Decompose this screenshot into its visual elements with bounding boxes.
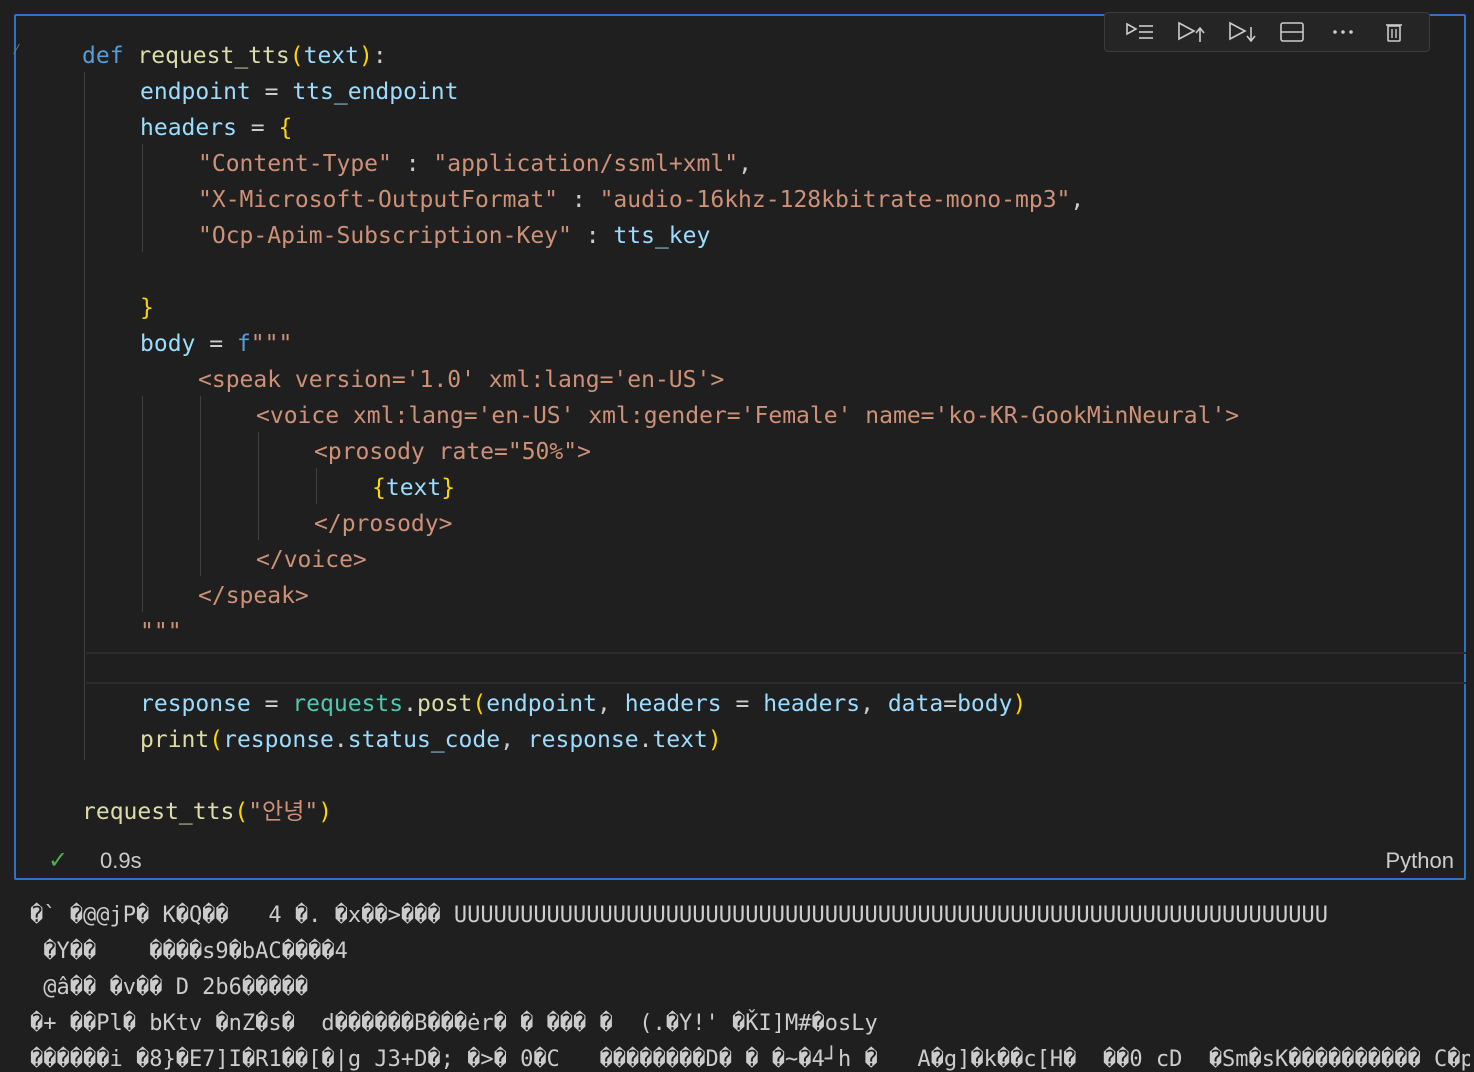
execution-time: 0.9s [100, 848, 142, 873]
cell-output: �` �@@jP� K�Q�� 4 �. �x��>��� UUUUUUUUUU… [30, 898, 1470, 1072]
variable: tts_key [613, 223, 711, 249]
code-line: <prosody rate="50%"> [314, 439, 591, 465]
comma: , [860, 691, 888, 717]
output-line: @â�� �v�� D 2b6����� [30, 975, 309, 1000]
paren: ) [1012, 691, 1027, 717]
brace: } [441, 475, 456, 501]
code-line: <speak version='1.0' xml:lang='en-US'> [198, 367, 725, 393]
code-line: print(response.status_code, response.tex… [140, 722, 722, 758]
string: "audio-16khz-128kbitrate-mono-mp3" [599, 187, 1071, 213]
string: """ [250, 331, 293, 357]
variable: endpoint [140, 79, 251, 105]
code-line: """ [140, 619, 182, 645]
comma: , [597, 691, 625, 717]
paren: ) [318, 799, 333, 825]
function-name: post [416, 691, 473, 717]
function-name: request_tts [137, 43, 290, 69]
keyword: def [82, 43, 124, 69]
code-line: def request_tts(text): [82, 38, 387, 74]
fstring-prefix: f [236, 331, 251, 357]
indent-guide [84, 72, 85, 760]
operator: = [943, 691, 958, 717]
code-line: body = f""" [140, 326, 292, 362]
paren: ( [209, 727, 224, 753]
dot: . [638, 727, 653, 753]
operator: : [391, 151, 434, 177]
variable: headers [140, 115, 237, 141]
code-line: "X-Microsoft-OutputFormat" : "audio-16kh… [198, 182, 1084, 218]
cell-status-bar: ✓ 0.9s Python [16, 844, 1464, 878]
check-icon: ✓ [48, 847, 69, 874]
code-line: headers = { [140, 110, 292, 146]
code-editor[interactable]: def request_tts(text): endpoint = tts_en… [16, 16, 1466, 878]
variable: body [140, 331, 196, 357]
variable: text [385, 475, 442, 501]
operator: = [721, 691, 764, 717]
operator: = [236, 115, 279, 141]
variable: endpoint [486, 691, 597, 717]
dot: . [333, 727, 348, 753]
indent-guide [200, 396, 201, 576]
code-line: response = requests.post(endpoint, heade… [140, 686, 1026, 722]
code-line: <voice xml:lang='en-US' xml:gender='Fema… [256, 403, 1240, 429]
string: "안녕" [248, 799, 319, 825]
comma: , [1070, 187, 1085, 213]
indent-guide [316, 468, 317, 504]
function-name: print [140, 727, 210, 753]
paren: ( [289, 43, 304, 69]
operator: = [250, 691, 293, 717]
paren: ) [358, 43, 373, 69]
code-line: endpoint = tts_endpoint [140, 74, 459, 110]
brace: { [278, 115, 293, 141]
indent-guide [142, 396, 143, 612]
language-selector[interactable]: Python [1386, 848, 1455, 874]
paren: ( [234, 799, 249, 825]
variable: tts_endpoint [292, 79, 459, 105]
code-line: request_tts("안녕") [82, 794, 332, 830]
string: "Content-Type" [198, 151, 392, 177]
module-name: requests [292, 691, 404, 717]
indent-guide [258, 432, 259, 540]
variable: text [652, 727, 708, 753]
variable: response [223, 727, 334, 753]
string: "Ocp-Apim-Subscription-Key" [198, 223, 572, 249]
string: "application/ssml+xml" [433, 151, 739, 177]
parameter: text [303, 43, 359, 69]
variable: response [140, 691, 251, 717]
output-line: �` �@@jP� K�Q�� 4 �. �x��>��� UUUUUUUUUU… [30, 903, 1329, 928]
code-line: } [140, 290, 154, 326]
variable: body [957, 691, 1013, 717]
brace: } [140, 295, 154, 321]
code-line: "Ocp-Apim-Subscription-Key" : tts_key [198, 218, 710, 254]
code-line: </speak> [198, 583, 309, 609]
brace: { [372, 475, 386, 501]
notebook-cell[interactable]: def request_tts(text): endpoint = tts_en… [13, 12, 1466, 880]
variable: headers [763, 691, 861, 717]
current-line-highlight [86, 652, 1466, 684]
comma: , [500, 727, 528, 753]
string: "X-Microsoft-OutputFormat" [198, 187, 559, 213]
comma: , [738, 151, 752, 177]
code-line: "Content-Type" : "application/ssml+xml", [198, 146, 752, 182]
code-line: </prosody> [314, 511, 453, 537]
code-line: {text} [372, 470, 455, 506]
parameter: headers [624, 691, 722, 717]
output-line: ������i �8}�E7]I�R1��[�|g J3+D�; �>� 0�C… [30, 1047, 1470, 1072]
operator: = [195, 331, 237, 357]
colon: : [372, 43, 387, 69]
variable: status_code [347, 727, 501, 753]
function-name: request_tts [82, 799, 235, 825]
operator: : [558, 187, 600, 213]
output-line: �+ ��Pl� bKtv �nZ�s� d������B���ėr� � ��… [30, 1011, 878, 1036]
code-line: </voice> [256, 547, 367, 573]
operator: : [571, 223, 614, 249]
parameter: data [887, 691, 944, 717]
paren: ) [707, 727, 722, 753]
variable: response [527, 727, 639, 753]
indent-guide [142, 144, 143, 252]
output-line: �Y�� ����s9�bAC����4 [30, 939, 348, 964]
dot: . [403, 691, 417, 717]
paren: ( [472, 691, 487, 717]
operator: = [250, 79, 293, 105]
